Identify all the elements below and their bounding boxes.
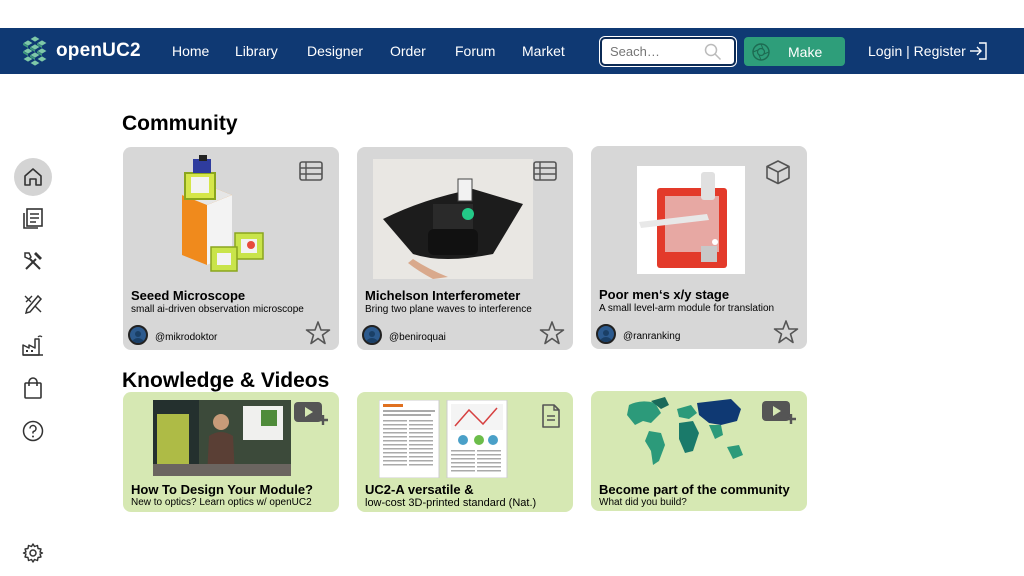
card-subtitle: A small level-arm module for translation (599, 303, 775, 314)
card-image-xy-stage (637, 166, 745, 274)
logo-cubes-icon (22, 35, 48, 67)
avatar (362, 325, 382, 345)
sidebar-market[interactable] (18, 373, 48, 403)
card-subtitle: Bring two plane waves to interference (365, 304, 532, 315)
card-title: Become part of the community (599, 482, 790, 497)
video-thumbnail (153, 400, 291, 476)
card-title: Seeed Microscope (131, 288, 246, 303)
help-icon (22, 420, 44, 442)
shopping-bag-icon (24, 377, 42, 399)
login-icon[interactable] (968, 40, 990, 62)
search-box (599, 36, 737, 67)
list-icon[interactable] (299, 161, 323, 181)
nav-forum[interactable]: Forum (455, 43, 495, 59)
nav-home[interactable]: Home (172, 43, 209, 59)
card-image-microscope (182, 155, 264, 272)
list-icon[interactable] (533, 161, 557, 181)
logo-text: openUC2 (56, 40, 141, 61)
card-subtitle: What did you build? (599, 497, 687, 508)
sidebar-factory[interactable] (18, 331, 48, 361)
document-icon[interactable] (541, 404, 561, 428)
sidebar-designer[interactable] (18, 288, 48, 318)
star-icon[interactable] (305, 320, 331, 346)
card-title: UC2-A versatile & (365, 482, 474, 497)
knowledge-card-design-module[interactable]: How To Design Your Module? New to optics… (123, 392, 339, 512)
sidebar-library[interactable] (18, 203, 48, 233)
community-card-seeed-microscope[interactable]: Seeed Microscope small ai-driven observa… (123, 147, 339, 350)
knowledge-card-uc2-paper[interactable]: UC2-A versatile & low-cost 3D-printed st… (357, 392, 573, 512)
cube-icon[interactable] (765, 159, 791, 185)
make-button[interactable]: Make (744, 37, 845, 66)
avatar (128, 325, 148, 345)
star-icon[interactable] (773, 319, 799, 345)
card-subtitle: New to optics? Learn optics w/ openUC2 (131, 497, 312, 508)
author-name[interactable]: @mikrodoktor (155, 332, 217, 343)
make-label: Make (788, 43, 823, 60)
card-title: Poor men‘s x/y stage (599, 287, 730, 302)
nav-designer[interactable]: Designer (307, 43, 363, 59)
nav-library[interactable]: Library (235, 43, 278, 59)
knowledge-card-community[interactable]: Become part of the community What did yo… (591, 391, 807, 511)
community-card-xy-stage[interactable]: Poor men‘s x/y stage A small level-arm m… (591, 146, 807, 349)
tools-icon (24, 252, 42, 270)
user-icon (366, 331, 378, 343)
avatar (596, 324, 616, 344)
video-add-icon[interactable] (293, 400, 329, 426)
camera-aperture-icon (752, 42, 770, 61)
user-icon (600, 330, 612, 342)
author-name[interactable]: @beniroquai (389, 332, 446, 343)
settings-icon (22, 543, 44, 563)
nav-order[interactable]: Order (390, 43, 426, 59)
community-card-michelson-interferometer[interactable]: Michelson Interferometer Bring two plane… (357, 147, 573, 350)
card-title: How To Design Your Module? (131, 482, 313, 497)
sidebar-help[interactable] (18, 416, 48, 446)
paper-thumbnail (379, 400, 508, 478)
top-navbar: openUC2 Home Library Designer Order Foru… (0, 28, 1024, 74)
world-map-image (627, 397, 743, 465)
sidebar-tools[interactable] (18, 246, 48, 276)
search-icon[interactable] (704, 43, 722, 61)
community-heading: Community (122, 112, 238, 135)
sidebar-settings[interactable] (18, 538, 48, 568)
card-subtitle: small ai-driven observation microscope (131, 304, 304, 315)
login-register-link[interactable]: Login | Register (868, 43, 966, 59)
sidebar-home[interactable] (18, 162, 48, 192)
factory-icon (22, 335, 43, 356)
home-icon (24, 168, 42, 186)
star-icon[interactable] (539, 320, 565, 346)
knowledge-heading: Knowledge & Videos (122, 369, 330, 392)
card-title: Michelson Interferometer (365, 288, 521, 303)
nav-market[interactable]: Market (522, 43, 565, 59)
card-subtitle: low-cost 3D-printed standard (Nat.) (365, 497, 537, 509)
card-image-interferometer (373, 159, 533, 279)
video-add-icon[interactable] (761, 399, 797, 425)
library-icon (23, 208, 43, 229)
logo[interactable]: openUC2 (20, 35, 141, 67)
search-input[interactable] (610, 39, 702, 64)
designer-icon (24, 294, 43, 314)
author-name[interactable]: @ranranking (623, 331, 680, 342)
user-icon (132, 331, 144, 343)
